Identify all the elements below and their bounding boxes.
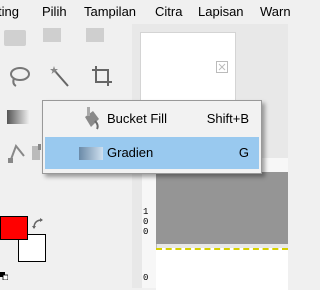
bucket-fill-icon xyxy=(79,107,103,131)
menu-item-gradien[interactable]: Gradien G xyxy=(45,137,259,169)
menu-item-bucket-fill[interactable]: Bucket Fill Shift+B xyxy=(45,103,259,135)
tool-partial-top-left[interactable] xyxy=(4,26,30,52)
image-canvas[interactable] xyxy=(156,172,288,244)
menu-item-label: Bucket Fill xyxy=(107,111,167,126)
ruler-digit: 0 xyxy=(143,273,149,283)
ruler-digit: 0 xyxy=(143,227,149,237)
menu-item-tampilan[interactable]: Tampilan xyxy=(84,4,136,19)
menu-item-pilih[interactable]: Pilih xyxy=(42,4,67,19)
vertical-ruler: 1 0 0 0 xyxy=(142,172,157,288)
close-icon[interactable] xyxy=(216,61,228,73)
canvas-background[interactable] xyxy=(156,248,288,290)
foreground-color[interactable] xyxy=(0,216,28,240)
menubar: ting Pilih Tampilan Citra Lapisan Warn xyxy=(0,0,291,24)
tool-partial-top-right[interactable] xyxy=(82,22,108,48)
tool-group-popup: Bucket Fill Shift+B Gradien G xyxy=(42,100,262,174)
ruler-digit: 1 xyxy=(143,207,149,217)
menu-item-label: Gradien xyxy=(107,145,154,160)
tool-partial-top-mid[interactable] xyxy=(40,22,66,48)
gradient-tool[interactable] xyxy=(6,104,32,130)
menu-item-lapisan[interactable]: Lapisan xyxy=(198,4,244,19)
fuzzy-select-tool[interactable] xyxy=(48,64,74,90)
menu-item-warna[interactable]: Warn xyxy=(260,4,291,19)
gradient-icon xyxy=(79,141,103,165)
swap-colors-icon[interactable] xyxy=(32,218,44,230)
lasso-select-tool[interactable] xyxy=(6,64,32,90)
crop-tool[interactable] xyxy=(90,64,116,90)
menu-item-warna-partial[interactable]: ting xyxy=(0,4,19,19)
default-colors-icon[interactable] xyxy=(0,268,9,281)
ruler-digit: 0 xyxy=(143,217,149,227)
menu-item-shortcut: G xyxy=(238,145,249,160)
menu-item-shortcut: Shift+B xyxy=(206,111,249,126)
menu-item-citra[interactable]: Citra xyxy=(155,4,182,19)
